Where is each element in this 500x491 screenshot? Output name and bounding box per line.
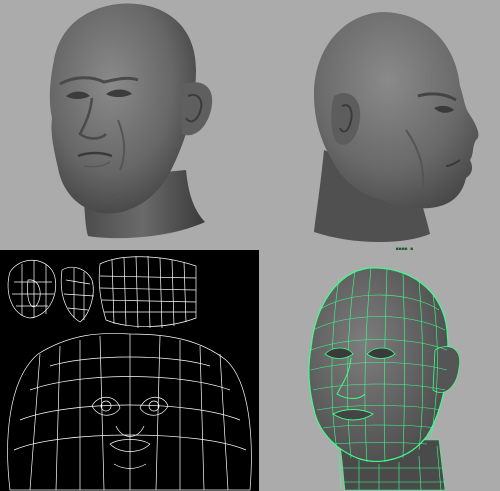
panel-wireframe-shaded[interactable] [259,250,500,491]
panel-shaded-front[interactable] [0,0,250,250]
head-wireframe-render [308,267,461,491]
uv-shell-ear-right [60,266,95,323]
uv-shell-neck [98,255,197,329]
uv-shell-face [7,333,252,491]
uv-shell-ear-left [7,259,57,319]
panel-shaded-side[interactable] [250,0,500,250]
head-front-render [49,3,213,239]
head-side-render [314,12,479,243]
uv-wireframe [7,255,252,491]
panel-uv-layout[interactable] [0,250,259,491]
viewport-grid: ■■■■ ■ [0,0,500,491]
